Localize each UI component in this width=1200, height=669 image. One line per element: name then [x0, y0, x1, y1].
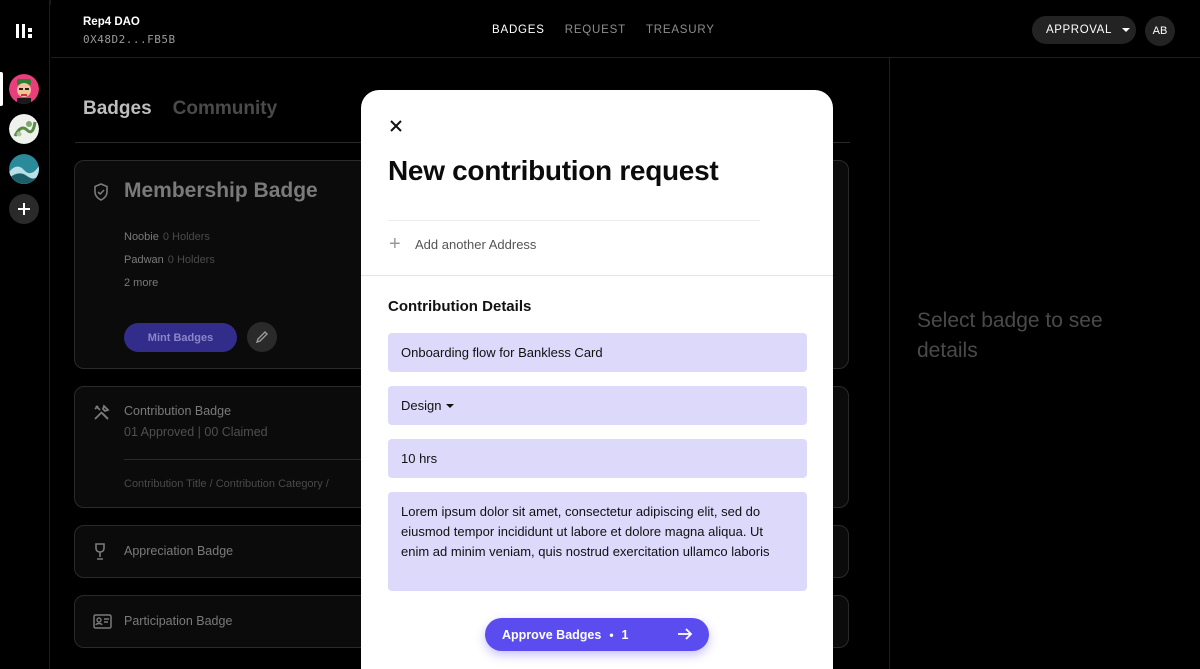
mint-badges-button[interactable]: Mint Badges	[124, 323, 237, 352]
trophy-icon	[95, 543, 105, 560]
contribution-badge-title: Contribution Badge	[124, 404, 232, 418]
membership-badge-title: Membership Badge	[124, 179, 318, 202]
approve-count: 1	[621, 627, 629, 642]
plus-icon	[18, 203, 30, 215]
tools-icon	[94, 404, 110, 420]
dao-name: Rep4 DAO	[83, 16, 140, 28]
dao-avatar-1-icon	[9, 74, 39, 104]
modal-divider	[361, 275, 833, 276]
top-bar: Rep4 DAO 0X48D2...FB5B BADGES REQUEST TR…	[51, 0, 1200, 58]
category-value: Design	[401, 398, 442, 413]
description-field[interactable]: Lorem ipsum dolor sit amet, consectetur …	[388, 492, 807, 591]
details-panel: Select badge to see details	[889, 58, 1200, 669]
id-card-icon	[93, 614, 112, 629]
level-row: Padwan 0 Holders	[124, 254, 215, 266]
approval-dropdown[interactable]: APPROVAL	[1032, 16, 1136, 44]
address-input-underline	[388, 220, 760, 221]
category-dropdown[interactable]: Design	[388, 386, 807, 425]
dao-avatar-rep4[interactable]	[9, 74, 39, 104]
nav-treasury[interactable]: TREASURY	[646, 24, 715, 36]
participation-badge-title: Participation Badge	[124, 614, 233, 628]
contribution-stats: 01 Approved | 00 Claimed	[124, 425, 268, 439]
dao-avatar-2[interactable]	[9, 114, 39, 144]
add-address-button[interactable]: + Add another Address	[389, 233, 537, 255]
nav-badges[interactable]: BADGES	[492, 24, 545, 36]
modal-title: New contribution request	[388, 155, 719, 186]
shield-icon	[94, 183, 108, 201]
dao-avatar-3[interactable]	[9, 154, 39, 184]
app-logo-icon[interactable]	[14, 22, 36, 40]
content-tabs: Badges Community	[83, 98, 277, 120]
dao-avatar-2-icon	[9, 114, 39, 144]
add-address-label: Add another Address	[415, 236, 537, 252]
main-nav: BADGES REQUEST TREASURY	[492, 24, 715, 36]
level-row: Noobie 0 Holders	[124, 231, 210, 243]
contribution-title-field[interactable]: Onboarding flow for Bankless Card	[388, 333, 807, 372]
time-spent-field[interactable]: 10 hrs	[388, 439, 807, 478]
bullet-separator: •	[609, 627, 614, 642]
add-dao-button[interactable]	[9, 194, 39, 224]
plus-icon: +	[389, 233, 401, 255]
dao-address[interactable]: 0X48D2...FB5B	[83, 33, 176, 46]
level-name: Padwan	[124, 254, 164, 266]
approval-label: APPROVAL	[1046, 24, 1112, 36]
close-icon[interactable]	[388, 118, 404, 134]
contribution-meta: Contribution Title / Contribution Catego…	[124, 478, 329, 490]
active-dao-indicator	[0, 72, 3, 106]
level-holders: 0 Holders	[167, 254, 215, 266]
edit-button[interactable]	[247, 322, 277, 352]
appreciation-badge-title: Appreciation Badge	[124, 544, 234, 558]
approve-badges-button[interactable]: Approve Badges • 1	[485, 618, 709, 651]
tab-community[interactable]: Community	[173, 98, 278, 120]
select-badge-hint: Select badge to see details	[917, 309, 1103, 362]
dao-avatar-3-icon	[9, 154, 39, 184]
chevron-down-icon	[446, 403, 455, 408]
tab-badges[interactable]: Badges	[83, 98, 152, 120]
dao-sidebar	[0, 0, 50, 669]
section-title: Contribution Details	[388, 298, 532, 315]
nav-request[interactable]: REQUEST	[565, 24, 626, 36]
level-name: Noobie	[124, 231, 159, 243]
user-avatar[interactable]: AB	[1145, 16, 1175, 46]
chevron-down-icon	[1121, 28, 1130, 32]
approve-label: Approve Badges	[502, 627, 602, 642]
arrow-right-icon	[678, 628, 693, 640]
level-holders: 0 Holders	[162, 231, 210, 243]
contribution-request-modal: New contribution request + Add another A…	[361, 90, 833, 669]
pencil-icon	[255, 331, 268, 344]
more-levels[interactable]: 2 more	[124, 277, 158, 289]
card-divider	[124, 459, 364, 460]
